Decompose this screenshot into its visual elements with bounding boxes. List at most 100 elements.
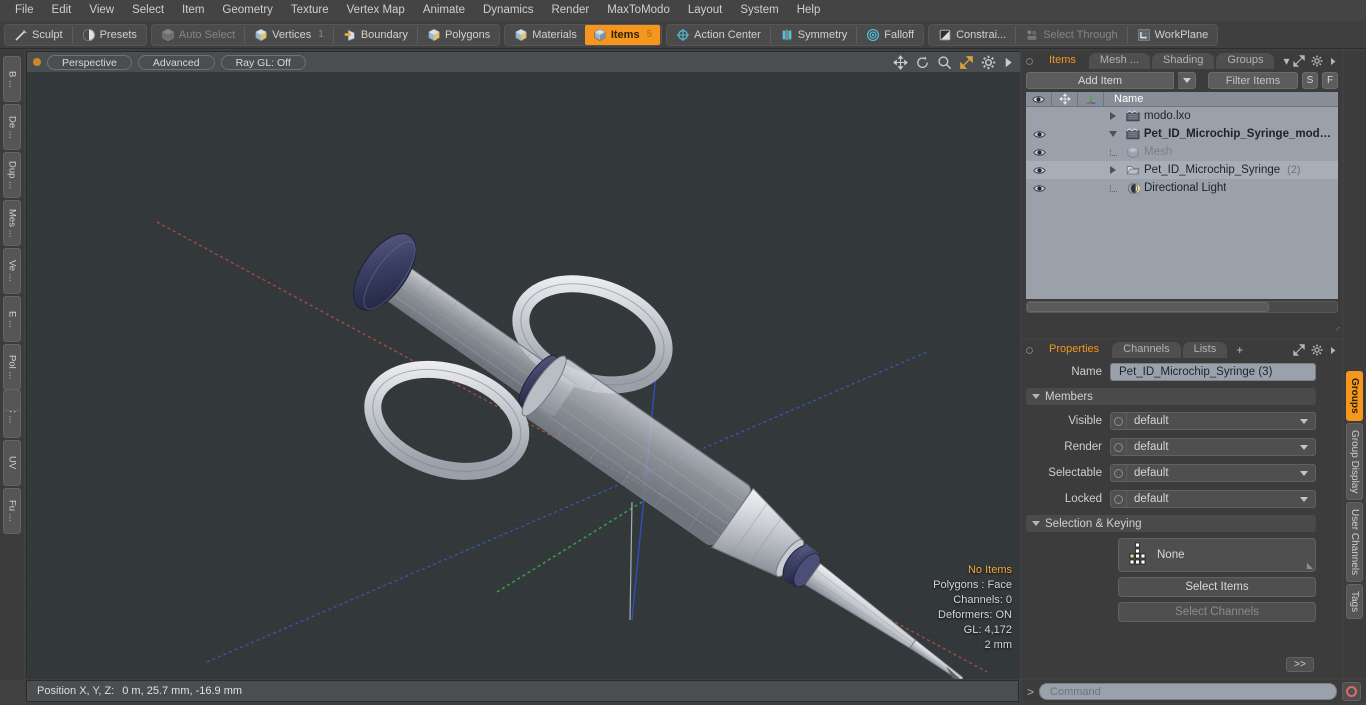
menu-item-item[interactable]: Item [173, 1, 213, 20]
tab-shading[interactable]: Shading [1152, 53, 1215, 69]
filter-flag-button[interactable]: F [1322, 72, 1338, 89]
filter-select-button[interactable]: S [1302, 72, 1318, 89]
presets-button[interactable]: Presets [74, 25, 145, 45]
menu-item-view[interactable]: View [80, 1, 123, 20]
left-tab-polygon[interactable]: Pol ... [3, 344, 21, 390]
workplane-button[interactable]: WorkPlane [1129, 25, 1217, 45]
menu-item-layout[interactable]: Layout [679, 1, 732, 20]
row-visibility-toggle[interactable] [1026, 148, 1052, 157]
column-visibility[interactable] [1026, 91, 1052, 107]
command-record-button[interactable] [1342, 682, 1361, 701]
menu-item-texture[interactable]: Texture [282, 1, 338, 20]
tab-properties[interactable]: Properties [1038, 342, 1111, 358]
members-section-header[interactable]: Members [1026, 388, 1316, 405]
viewport-projection-selector[interactable]: Perspective [47, 54, 132, 70]
row-visibility-toggle[interactable] [1026, 166, 1052, 175]
scrollbar-thumb[interactable] [1027, 302, 1269, 312]
menu-item-animate[interactable]: Animate [414, 1, 474, 20]
panel-play-icon[interactable] [1329, 56, 1337, 67]
fit-view-icon[interactable] [959, 55, 974, 70]
properties-expand-button[interactable]: >> [1286, 657, 1314, 672]
materials-button[interactable]: Materials [506, 25, 585, 45]
visible-dropdown[interactable]: default [1110, 412, 1316, 430]
viewport-shading-selector[interactable]: Advanced [137, 54, 215, 70]
row-visibility-toggle[interactable] [1026, 184, 1052, 193]
gear-icon[interactable] [981, 55, 996, 70]
play-icon[interactable] [1003, 56, 1014, 69]
panel-menu-dot-icon[interactable] [1026, 347, 1033, 354]
selection-keying-section-header[interactable]: Selection & Keying [1026, 515, 1316, 532]
menu-item-render[interactable]: Render [542, 1, 598, 20]
rotate-icon[interactable] [915, 55, 930, 70]
pan-icon[interactable] [893, 55, 908, 70]
viewport-canvas[interactable]: Y X Z No Items Polygons : Face Channels:… [27, 72, 1020, 679]
tab-items[interactable]: Items [1038, 53, 1087, 69]
selectable-dropdown[interactable]: default [1110, 464, 1316, 482]
vertices-button[interactable]: Vertices 1 [246, 25, 332, 45]
left-tab-duplicate[interactable]: Dup ... [3, 152, 21, 198]
menu-item-dynamics[interactable]: Dynamics [474, 1, 542, 20]
table-row[interactable]: modo.lxo [1026, 107, 1338, 125]
table-row[interactable]: Directional Light [1026, 179, 1338, 197]
row-twirl-right-icon[interactable] [1104, 166, 1122, 174]
table-row[interactable]: Pet_ID_Microchip_Syringe (2) [1026, 161, 1338, 179]
column-transform[interactable] [1052, 91, 1078, 107]
left-tab-fusion[interactable]: Fu ... [3, 488, 21, 534]
row-visibility-toggle[interactable] [1026, 130, 1052, 139]
panel-menu-dot-icon[interactable] [1026, 58, 1033, 65]
left-tab-vertex[interactable]: Ve ... [3, 248, 21, 294]
menu-item-vertex-map[interactable]: Vertex Map [338, 1, 414, 20]
render-dropdown[interactable]: default [1110, 438, 1316, 456]
select-channels-button[interactable]: Select Channels [1118, 602, 1316, 622]
viewport-menu-dot-icon[interactable] [33, 58, 41, 66]
panel-resize-handle[interactable]: ◜ [1337, 325, 1341, 336]
left-tab-deform[interactable]: De ... [3, 104, 21, 150]
select-items-button[interactable]: Select Items [1118, 577, 1316, 597]
panel-play-icon[interactable] [1329, 345, 1337, 356]
auto-select-button[interactable]: Auto Select [153, 25, 243, 45]
sculpt-button[interactable]: Sculpt [6, 25, 71, 45]
filter-items-input[interactable]: Filter Items [1208, 72, 1298, 89]
keying-preset-button[interactable]: None ◣ [1118, 538, 1316, 572]
tab-lists[interactable]: Lists [1182, 342, 1228, 358]
column-axis[interactable] [1078, 91, 1104, 107]
tab-groups[interactable]: Groups [1216, 53, 1275, 69]
locked-dropdown[interactable]: default [1110, 490, 1316, 508]
add-item-dropdown-button[interactable] [1178, 72, 1196, 89]
select-through-button[interactable]: Select Through [1017, 25, 1125, 45]
symmetry-button[interactable]: Symmetry [772, 25, 856, 45]
menu-item-select[interactable]: Select [123, 1, 173, 20]
viewport-raygl-toggle[interactable]: Ray GL: Off [220, 54, 306, 70]
right-tab-tags[interactable]: Tags [1346, 584, 1363, 620]
menu-item-file[interactable]: File [6, 1, 43, 20]
right-tab-groups[interactable]: Groups [1346, 371, 1363, 421]
add-item-button[interactable]: Add Item [1026, 72, 1174, 89]
menu-item-geometry[interactable]: Geometry [213, 1, 282, 20]
maximize-icon[interactable] [1293, 55, 1305, 67]
table-row[interactable]: Mesh [1026, 143, 1338, 161]
polygons-button[interactable]: Polygons [419, 25, 498, 45]
gear-icon[interactable] [1311, 55, 1323, 67]
left-tab-mesh-edit[interactable]: Mes ... [3, 200, 21, 246]
right-tab-user-channels[interactable]: User Channels [1346, 501, 1363, 583]
items-horizontal-scrollbar[interactable] [1026, 301, 1338, 313]
row-twirl-right-icon[interactable] [1104, 112, 1122, 120]
gear-icon[interactable] [1311, 344, 1323, 356]
table-row[interactable]: Pet_ID_Microchip_Syringe_modo ... [1026, 125, 1338, 143]
left-tab-uv[interactable]: UV [3, 440, 21, 486]
zoom-icon[interactable] [937, 55, 952, 70]
tab-channels[interactable]: Channels [1112, 342, 1181, 358]
name-input[interactable]: Pet_ID_Microchip_Syringe (3) [1110, 363, 1316, 381]
constraint-button[interactable]: Constrai... [930, 25, 1014, 45]
right-tab-group-display[interactable]: Group Display [1346, 422, 1363, 500]
left-tab-edge[interactable]: E ... [3, 296, 21, 342]
menu-item-help[interactable]: Help [788, 1, 830, 20]
row-twirl-down-icon[interactable] [1104, 131, 1122, 137]
tab-mesh[interactable]: Mesh ... [1088, 53, 1151, 69]
left-tab-collapse-handle[interactable] [3, 389, 21, 411]
boundary-button[interactable]: Boundary [335, 25, 416, 45]
menu-item-system[interactable]: System [731, 1, 787, 20]
menu-item-edit[interactable]: Edit [43, 1, 81, 20]
falloff-button[interactable]: Falloff [858, 25, 922, 45]
left-tab-basic[interactable]: B ... [3, 56, 21, 102]
